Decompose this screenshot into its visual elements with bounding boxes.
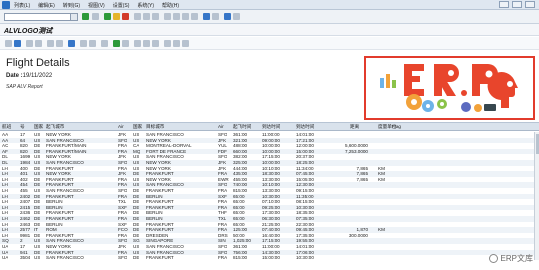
wechat-icon xyxy=(488,254,498,263)
back-icon[interactable] xyxy=(104,13,111,20)
prev-page-icon[interactable] xyxy=(173,13,180,20)
menu-item[interactable]: 列表(L) xyxy=(14,2,30,9)
date-value: 19/11/2022 xyxy=(22,73,53,79)
help-icon[interactable] xyxy=(224,13,231,20)
new-session-icon[interactable] xyxy=(203,13,210,20)
menu-item[interactable]: 转到(G) xyxy=(63,2,80,9)
save-layout-icon[interactable] xyxy=(152,40,159,47)
find-icon[interactable] xyxy=(143,13,150,20)
table-cell: 10:30:00 xyxy=(296,255,314,261)
column-header[interactable]: 国家 xyxy=(34,124,43,130)
table-header: 航班号国家 起飞城市 Air 国家 目标城市 Air 起飞时间 到达时间 到达时间 距离 度量单位 F… xyxy=(0,123,539,131)
column-header[interactable]: 航班 xyxy=(2,124,11,130)
maximize-icon[interactable] xyxy=(512,1,522,8)
column-header[interactable]: 国家 xyxy=(133,124,142,130)
watermark: ERP文库 xyxy=(488,253,533,264)
table-cell: SAN FRANCISCO xyxy=(46,255,84,261)
information-icon[interactable] xyxy=(182,40,189,47)
scrollbar-thumb[interactable] xyxy=(535,134,539,154)
enter-icon[interactable] xyxy=(82,13,89,20)
column-header[interactable]: 起飞时间 xyxy=(233,124,251,130)
column-header[interactable]: Air xyxy=(218,124,224,130)
table-cell: US xyxy=(34,255,41,261)
table-cell: FRANKFURT xyxy=(146,255,174,261)
column-header[interactable]: 起飞城市 xyxy=(46,124,64,130)
menu-bar: 列表(L) 编辑(E) 转到(G) 视图(V) 设置(S) 系统(Y) 帮助(H) xyxy=(0,0,539,10)
report-date: Date :19/11/2022 xyxy=(6,73,52,79)
column-header[interactable]: 到达时间 xyxy=(296,124,314,130)
last-page-icon[interactable] xyxy=(191,13,198,20)
sort-ascending-icon[interactable] xyxy=(26,40,33,47)
column-header[interactable]: 到达时间 xyxy=(262,124,280,130)
table-cell: 15:00:00 xyxy=(262,255,280,261)
title-bar: ALVLOGO测试 xyxy=(0,24,539,36)
abc-analysis-icon[interactable] xyxy=(173,40,180,47)
refresh-icon[interactable] xyxy=(14,40,21,47)
minimize-icon[interactable] xyxy=(499,1,509,8)
standard-toolbar xyxy=(0,10,539,24)
report-header: Flight Details Date :19/11/2022 SAP ALV … xyxy=(0,51,539,121)
graphic-icon[interactable] xyxy=(164,40,171,47)
erp-logo-image xyxy=(364,56,535,120)
page-title: ALVLOGO测试 xyxy=(4,28,53,35)
report-title: Flight Details xyxy=(6,57,70,69)
menu-item[interactable]: 系统(Y) xyxy=(137,2,154,9)
print-preview-icon[interactable] xyxy=(101,40,108,47)
alv-toolbar xyxy=(0,37,539,50)
menu-item[interactable]: 编辑(E) xyxy=(38,2,55,9)
find-next-icon[interactable] xyxy=(56,40,63,47)
chevron-down-icon[interactable] xyxy=(70,14,77,20)
column-header[interactable]: 目标城市 xyxy=(146,124,164,130)
alv-grid: 航班号国家 起飞城市 Air 国家 目标城市 Air 起飞时间 到达时间 到达时间 距离 度量单位 F… xyxy=(0,122,539,270)
erp-logo-graphic xyxy=(366,58,533,118)
report-subtitle: SAP ALV Report xyxy=(6,84,43,90)
save-icon[interactable] xyxy=(92,13,99,20)
command-field[interactable] xyxy=(4,13,78,21)
menu-item[interactable]: 帮助(H) xyxy=(162,2,179,9)
table-cell: FRA xyxy=(218,255,228,261)
sort-descending-icon[interactable] xyxy=(35,40,42,47)
menu-item[interactable]: 视图(V) xyxy=(88,2,105,9)
change-layout-icon[interactable] xyxy=(134,40,141,47)
sum-icon[interactable] xyxy=(80,40,87,47)
date-label: Date : xyxy=(6,73,23,79)
filter-icon[interactable] xyxy=(68,40,75,47)
sap-logo-icon[interactable] xyxy=(2,1,10,9)
word-export-icon[interactable] xyxy=(122,40,129,47)
table-row[interactable]: UA 3504 US SAN FRANCISCO SFO DE FRANKFURT FRA 81… xyxy=(0,255,539,261)
column-header[interactable]: 距离 xyxy=(350,124,359,130)
print-icon[interactable] xyxy=(134,13,141,20)
exit-icon[interactable] xyxy=(113,13,120,20)
table-cell: 815:00 xyxy=(233,255,248,261)
cancel-icon[interactable] xyxy=(122,13,129,20)
shortcut-icon[interactable] xyxy=(212,13,219,20)
excel-export-icon[interactable] xyxy=(113,40,120,47)
vertical-scrollbar[interactable] xyxy=(534,132,539,260)
close-icon[interactable] xyxy=(525,1,535,8)
main-menu: 列表(L) 编辑(E) 转到(G) 视图(V) 设置(S) 系统(Y) 帮助(H) xyxy=(14,2,179,9)
table-cell: UA xyxy=(2,255,9,261)
next-page-icon[interactable] xyxy=(182,13,189,20)
details-icon[interactable] xyxy=(5,40,12,47)
find-icon[interactable] xyxy=(47,40,54,47)
table-cell: DE xyxy=(133,255,140,261)
table-cell: SFO xyxy=(118,255,128,261)
subtotal-icon[interactable] xyxy=(89,40,96,47)
column-header[interactable]: Flag xyxy=(392,124,401,130)
find-next-icon[interactable] xyxy=(152,13,159,20)
layout-icon[interactable] xyxy=(233,13,240,20)
select-layout-icon[interactable] xyxy=(143,40,150,47)
table-cell: 3504 xyxy=(20,255,31,261)
column-header[interactable]: Air xyxy=(118,124,124,130)
watermark-text: ERP文库 xyxy=(500,254,533,263)
menu-item[interactable]: 设置(S) xyxy=(113,2,130,9)
column-header[interactable]: 号 xyxy=(20,124,25,130)
window-controls xyxy=(499,1,535,8)
first-page-icon[interactable] xyxy=(164,13,171,20)
